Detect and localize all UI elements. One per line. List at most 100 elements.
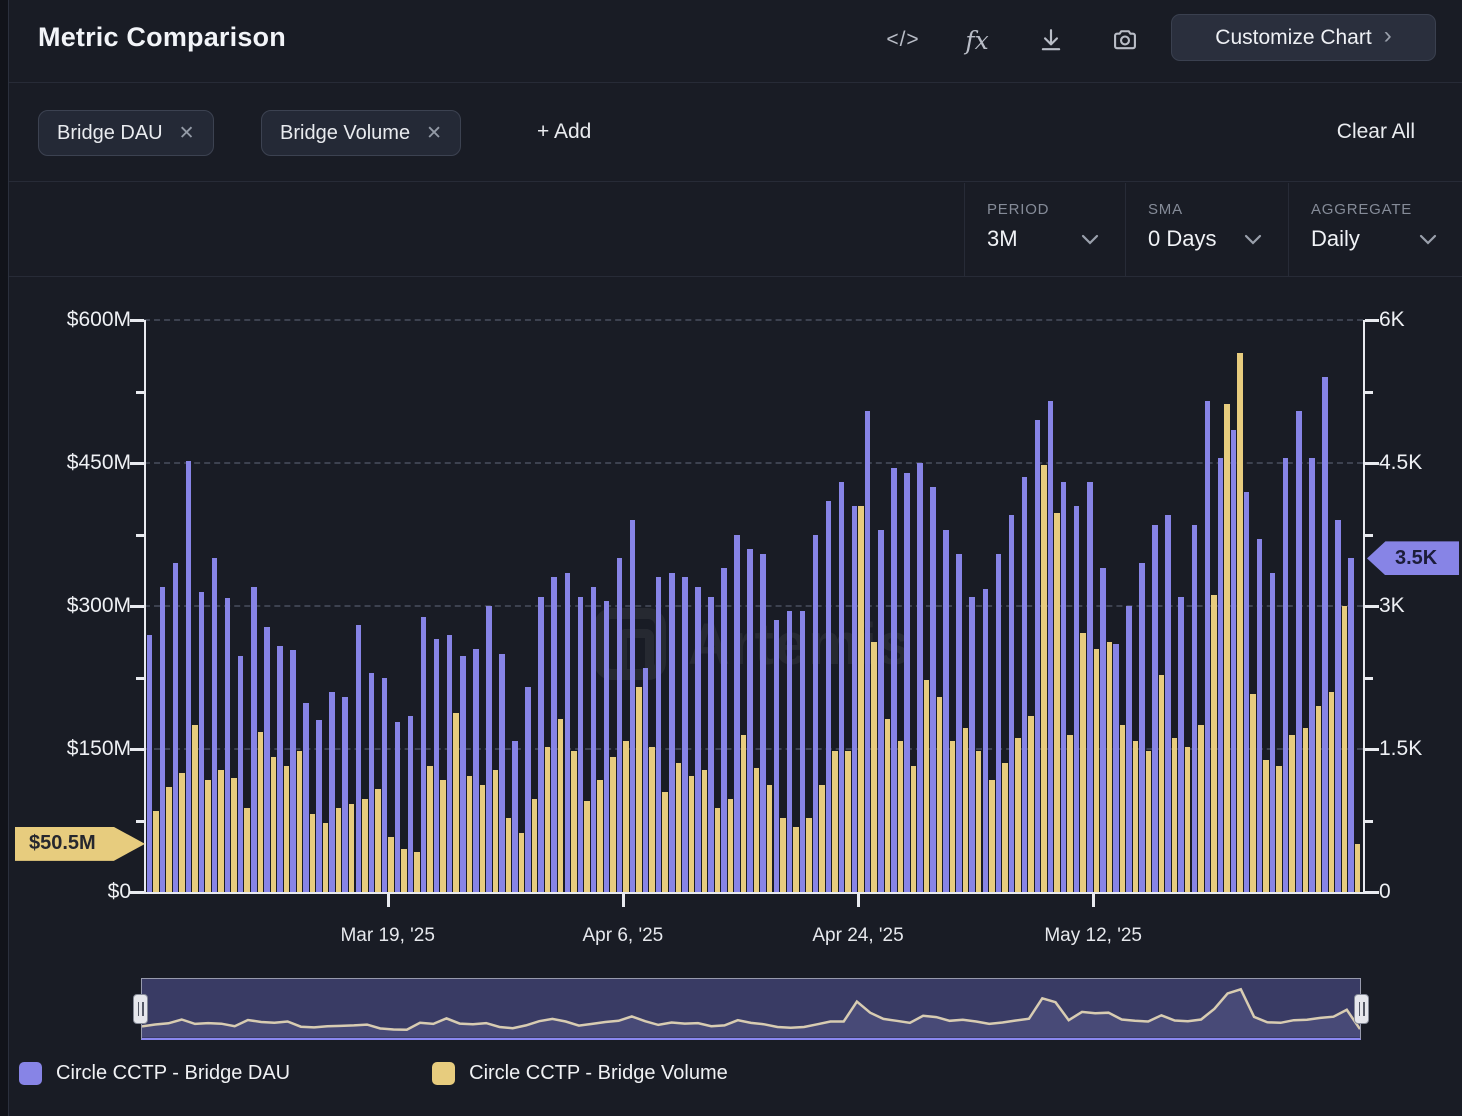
metric-chip-bridge-volume[interactable]: Bridge Volume ✕ [261,110,461,156]
dau-bar[interactable] [643,668,649,892]
volume-bar[interactable] [284,766,290,892]
dau-bar[interactable] [565,573,571,892]
bar-group[interactable] [1178,320,1191,892]
volume-bar[interactable] [166,787,172,892]
dau-bar[interactable] [669,573,675,892]
bar-group[interactable] [1217,320,1230,892]
volume-bar[interactable] [1002,763,1008,892]
volume-bar[interactable] [1198,725,1204,892]
dau-bar[interactable] [1322,377,1328,892]
volume-bar[interactable] [1120,725,1126,892]
bar-group[interactable] [590,320,603,892]
bar-group[interactable] [329,320,342,892]
dau-bar[interactable] [1218,458,1224,892]
bar-group[interactable] [1322,320,1335,892]
dau-bar[interactable] [891,468,897,892]
bar-group[interactable] [394,320,407,892]
bar-group[interactable] [146,320,159,892]
dau-bar[interactable] [1139,563,1145,892]
bar-group[interactable] [303,320,316,892]
dau-bar[interactable] [734,535,740,893]
volume-bar[interactable] [1133,741,1139,892]
volume-bar[interactable] [1028,716,1034,892]
dau-bar[interactable] [800,611,806,892]
dau-bar[interactable] [473,649,479,892]
dau-bar[interactable] [1335,520,1341,892]
bar-group[interactable] [538,320,551,892]
dau-bar[interactable] [852,506,858,892]
volume-bar[interactable] [362,799,368,892]
volume-bar[interactable] [532,799,538,892]
volume-bar[interactable] [480,785,486,892]
volume-bar[interactable] [297,751,303,892]
dau-bar[interactable] [447,635,453,892]
volume-bar[interactable] [885,719,891,893]
dau-bar[interactable] [813,535,819,893]
bar-group[interactable] [486,320,499,892]
bar-group[interactable] [1060,320,1073,892]
dau-bar[interactable] [264,627,270,892]
customize-chart-button[interactable]: Customize Chart › [1171,14,1436,61]
volume-bar[interactable] [440,780,446,893]
volume-bar[interactable] [1107,642,1113,892]
dau-bar[interactable] [826,501,832,892]
navigator-right-handle[interactable] [1354,994,1369,1024]
bar-group[interactable] [446,320,459,892]
bar-group[interactable] [251,320,264,892]
volume-bar[interactable] [728,799,734,892]
volume-bar[interactable] [310,814,316,892]
dau-bar[interactable] [251,587,257,892]
dau-bar[interactable] [212,558,218,892]
volume-bar[interactable] [1303,728,1309,892]
volume-bar[interactable] [1224,404,1230,892]
bar-group[interactable] [1139,320,1152,892]
bar-group[interactable] [277,320,290,892]
volume-bar[interactable] [192,725,198,892]
volume-bar[interactable] [427,766,433,892]
volume-bar[interactable] [414,852,420,892]
dau-bar[interactable] [1009,515,1015,892]
dau-bar[interactable] [238,656,244,892]
dau-bar[interactable] [1257,539,1263,892]
bar-group[interactable] [891,320,904,892]
volume-bar[interactable] [1329,692,1335,892]
bar-group[interactable] [1191,320,1204,892]
dau-bar[interactable] [525,687,531,892]
volume-bar[interactable] [1289,735,1295,892]
volume-bar[interactable] [1237,353,1243,892]
dau-bar[interactable] [747,549,753,892]
dau-bar[interactable] [1178,597,1184,893]
bar-group[interactable] [904,320,917,892]
bar-group[interactable] [473,320,486,892]
bar-group[interactable] [1047,320,1060,892]
dau-bar[interactable] [551,577,557,892]
dau-bar[interactable] [1309,458,1315,892]
volume-bar[interactable] [1067,735,1073,892]
range-navigator[interactable] [141,978,1361,1040]
dau-bar[interactable] [408,716,414,892]
volume-bar[interactable] [754,768,760,892]
sma-select[interactable]: 0 Days [1148,226,1288,252]
dau-bar[interactable] [943,530,949,892]
bar-group[interactable] [682,320,695,892]
dau-bar[interactable] [421,617,427,892]
volume-bar[interactable] [989,780,995,893]
bar-group[interactable] [1021,320,1034,892]
volume-bar[interactable] [741,735,747,892]
dau-bar[interactable] [1126,606,1132,892]
volume-bar[interactable] [271,757,277,892]
bar-group[interactable] [381,320,394,892]
volume-bar[interactable] [493,770,499,892]
volume-bar[interactable] [323,823,329,892]
dau-bar[interactable] [956,554,962,892]
bar-group[interactable] [1296,320,1309,892]
dau-bar[interactable] [1270,573,1276,892]
dau-bar[interactable] [186,461,192,892]
formula-fx-icon[interactable]: fx [960,23,994,57]
bar-group[interactable] [799,320,812,892]
volume-bar[interactable] [715,808,721,892]
volume-bar[interactable] [610,757,616,892]
volume-bar[interactable] [806,818,812,892]
dau-bar[interactable] [290,650,296,892]
volume-bar[interactable] [153,811,159,892]
